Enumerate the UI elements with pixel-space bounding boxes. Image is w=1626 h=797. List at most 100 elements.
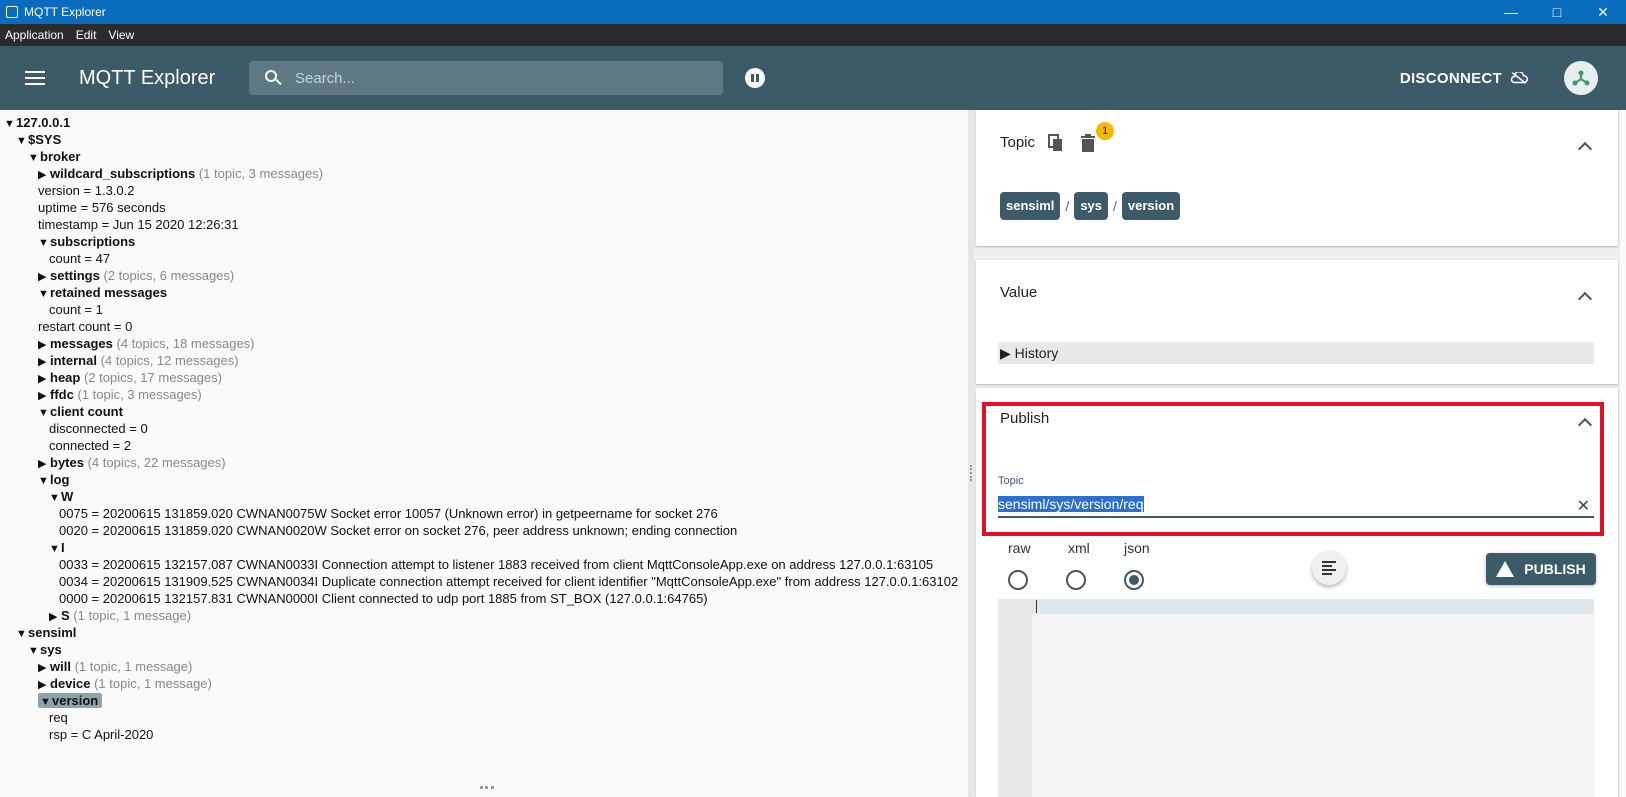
tree-node[interactable]: ▼retained messages [38, 284, 167, 301]
tree-node-label: W [61, 489, 74, 504]
retained-count-badge: 1 [1096, 122, 1114, 140]
collapse-value-icon[interactable] [1577, 291, 1593, 307]
tree-node[interactable]: ▶ internal (4 topics, 12 messages) [38, 352, 239, 369]
hub-icon [1572, 70, 1590, 86]
tree-node[interactable]: 0075 = 20200615 131859.020 CWNAN0075W So… [59, 505, 718, 522]
minimize-button[interactable]: — [1488, 0, 1534, 24]
tree-node[interactable]: ▼client count [38, 403, 123, 420]
tree-node[interactable]: ▶ ffdc (1 topic, 3 messages) [38, 386, 202, 403]
format-label-xml: xml [1068, 540, 1090, 556]
tree-node[interactable]: 0000 = 20200615 132157.831 CWNAN0000I Cl… [59, 590, 708, 607]
publish-button-label: PUBLISH [1524, 561, 1586, 577]
tree-node[interactable]: ▼version [38, 692, 103, 709]
format-label-json: json [1124, 540, 1150, 556]
divider-grip[interactable] [970, 465, 972, 481]
close-window-button[interactable]: ✕ [1580, 0, 1626, 24]
tree-node[interactable]: 0033 = 20200615 132157.087 CWNAN0033I Co… [59, 556, 933, 573]
breadcrumb-separator: / [1113, 198, 1117, 214]
tree-node[interactable]: connected = 2 [49, 437, 131, 454]
publish-button[interactable]: PUBLISH [1486, 553, 1596, 585]
payload-editor[interactable] [998, 599, 1594, 797]
publish-topic-label: Topic [998, 475, 1024, 487]
tree-node[interactable]: disconnected = 0 [49, 420, 148, 437]
tree-node-label: connected [49, 438, 109, 453]
tree-node[interactable]: ▶ messages (4 topics, 18 messages) [38, 335, 255, 352]
maximize-button[interactable]: □ [1534, 0, 1580, 24]
tree-node-label: wildcard_subscriptions [50, 166, 196, 181]
disconnect-label: DISCONNECT [1399, 69, 1502, 87]
copy-icon[interactable] [1048, 134, 1064, 152]
tree-node-label: rsp [49, 727, 68, 742]
tree-node-value: = 1 [80, 302, 103, 317]
tree-node[interactable]: ▶ will (1 topic, 1 message) [38, 658, 192, 675]
tree-node[interactable]: ▼$SYS [16, 131, 61, 148]
format-radio-json[interactable] [1124, 570, 1144, 590]
menu-view[interactable]: View [108, 28, 134, 42]
breadcrumb-chip-version[interactable]: version [1121, 192, 1181, 220]
tree-node-label: 0075 [59, 506, 88, 521]
topic-card: Topic 1 sensiml / sys / version [976, 110, 1618, 246]
tree-node[interactable]: 0034 = 20200615 131909.525 CWNAN0034I Du… [59, 573, 958, 590]
tree-node[interactable]: ▶ S (1 topic, 1 message) [49, 607, 191, 624]
connection-avatar[interactable] [1564, 61, 1598, 95]
disconnect-button[interactable]: DISCONNECT [1400, 70, 1528, 87]
format-radio-raw[interactable] [1008, 570, 1028, 590]
value-title: Value [1000, 284, 1038, 301]
format-radio-xml[interactable] [1066, 570, 1086, 590]
tree-node[interactable]: count = 47 [49, 250, 110, 267]
tree-node[interactable]: ▼I [49, 539, 65, 556]
breadcrumb-chip-sys[interactable]: sys [1074, 192, 1109, 220]
tree-node[interactable]: req [49, 709, 68, 726]
tree-node-label: 0033 [59, 557, 88, 572]
bottom-resize-grip[interactable] [480, 786, 494, 789]
tree-node[interactable]: ▼127.0.0.1 [4, 114, 70, 131]
tree-node-label: count [49, 251, 81, 266]
menu-icon[interactable] [25, 67, 45, 89]
tree-node[interactable]: ▶ settings (2 topics, 6 messages) [38, 267, 234, 284]
publish-topic-input[interactable]: sensiml/sys/version/req ✕ [998, 496, 1594, 518]
tree-node[interactable]: count = 1 [49, 301, 103, 318]
tree-node-value: = 1.3.0.2 [79, 183, 135, 198]
tree-node-value: = 0 [110, 319, 133, 334]
pause-icon[interactable] [745, 68, 765, 88]
clear-icon[interactable]: ✕ [1577, 496, 1590, 516]
expanded-arrow-icon[interactable]: ▼ [16, 133, 28, 150]
tree-node-label: log [50, 472, 70, 487]
search-box[interactable] [249, 61, 723, 95]
tree-node[interactable]: ▶ device (1 topic, 1 message) [38, 675, 212, 692]
tree-node-label: broker [40, 149, 81, 164]
tree-node-label: 127.0.0.1 [16, 115, 71, 130]
expanded-arrow-icon[interactable]: ▼ [4, 116, 16, 133]
tree-node[interactable]: restart count = 0 [38, 318, 132, 335]
tree-node[interactable]: ▶ heap (2 topics, 17 messages) [38, 369, 222, 386]
topic-tree[interactable]: ▼127.0.0.1 ▼$SYS ▼broker ▶ wildcard_subscrip… [0, 110, 968, 797]
app-icon [6, 6, 18, 18]
tree-node[interactable]: ▼subscriptions [38, 233, 135, 250]
tree-node[interactable]: ▼sys [28, 641, 62, 658]
menu-edit[interactable]: Edit [76, 28, 97, 42]
tree-node[interactable]: ▼sensiml [16, 624, 76, 641]
tree-node[interactable]: version = 1.3.0.2 [38, 182, 135, 199]
tree-node-value: = 20200615 131909.525 CWNAN0034I Duplica… [87, 574, 959, 589]
delete-icon[interactable] [1080, 134, 1096, 152]
tree-node[interactable]: ▶ wildcard_subscriptions (1 topic, 3 mess… [38, 165, 323, 182]
tree-node[interactable]: 0020 = 20200615 131859.020 CWNAN0020W So… [59, 522, 737, 539]
collapse-topic-icon[interactable] [1577, 141, 1593, 157]
expanded-arrow-icon[interactable]: ▼ [16, 626, 28, 643]
menu-application[interactable]: Application [5, 28, 64, 42]
tree-node-label: internal [50, 353, 97, 368]
breadcrumb-chip-sensiml[interactable]: sensiml [1000, 192, 1061, 220]
tree-node[interactable]: ▼W [49, 488, 73, 505]
tree-node-value: = 576 seconds [77, 200, 166, 215]
history-toggle[interactable]: ▶ History [998, 342, 1594, 364]
tree-node-value: = 2 [109, 438, 132, 453]
tree-node[interactable]: ▼log [38, 471, 70, 488]
format-label-raw: raw [1008, 540, 1031, 556]
tree-node[interactable]: ▶ bytes (4 topics, 22 messages) [38, 454, 226, 471]
tree-node[interactable]: rsp = C April-2020 [49, 726, 153, 743]
format-json-button[interactable] [1312, 551, 1346, 585]
tree-node[interactable]: ▼broker [28, 148, 80, 165]
tree-node[interactable]: timestamp = Jun 15 2020 12:26:31 [38, 216, 239, 233]
tree-node[interactable]: uptime = 576 seconds [38, 199, 166, 216]
search-input[interactable] [295, 69, 723, 87]
